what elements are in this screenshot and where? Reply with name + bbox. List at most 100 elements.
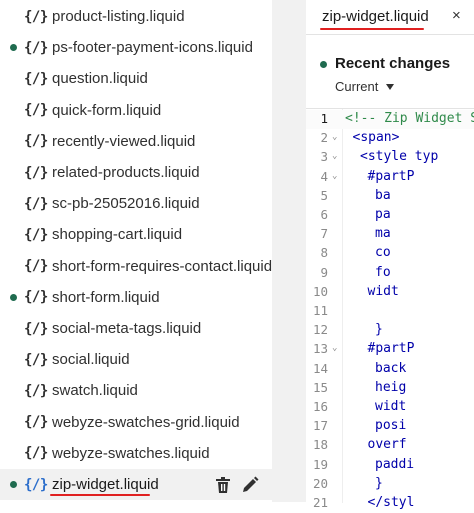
tab-annotation-underline: [320, 28, 424, 30]
line-number: 15: [312, 379, 328, 395]
code-line: 21 </styl: [306, 494, 474, 513]
code-line: 10 widt: [306, 283, 474, 302]
line-number: 4: [320, 168, 328, 184]
code-text: <span>: [352, 130, 400, 146]
liquid-file-icon: {/}: [24, 445, 48, 462]
fold-chevron-icon[interactable]: ⌄: [332, 132, 337, 142]
file-name: question.liquid: [52, 70, 148, 88]
fold-chevron-icon[interactable]: ⌄: [332, 171, 337, 181]
line-number: 1: [320, 111, 328, 126]
tab-label: zip-widget.liquid: [322, 8, 429, 25]
code-line: 5 ba: [306, 187, 474, 206]
line-number: 3: [320, 149, 328, 165]
line-number: 2: [320, 130, 328, 146]
panel-divider[interactable]: [272, 0, 306, 502]
code-text: overf: [367, 437, 407, 453]
code-text: }: [375, 475, 383, 491]
code-text: #partP: [367, 168, 415, 184]
file-name: short-form.liquid: [52, 288, 160, 306]
code-text: heig: [375, 379, 407, 395]
code-line: 2 ⌄ <span>: [306, 129, 474, 148]
version-select[interactable]: Current: [335, 79, 395, 94]
code-line: 9 fo: [306, 264, 474, 283]
file-name: quick-form.liquid: [52, 101, 162, 119]
line-number: 16: [312, 399, 328, 414]
line-number: 19: [312, 456, 328, 472]
liquid-file-icon: {/}: [24, 320, 48, 337]
code-line: 7 ma: [306, 225, 474, 244]
code-line: 20}: [306, 475, 474, 494]
file-item[interactable]: {/} recently-viewed.liquid: [0, 126, 272, 157]
line-number: 11: [312, 303, 328, 318]
file-annotation-underline: [50, 494, 150, 496]
liquid-file-icon: {/}: [24, 382, 48, 399]
code-line: 4 ⌄ #partP: [306, 168, 474, 187]
file-name: social.liquid: [52, 351, 130, 369]
file-item[interactable]: {/} swatch.liquid: [0, 375, 272, 406]
file-item[interactable]: {/} webyze-swatches.liquid: [0, 438, 272, 469]
code-editor[interactable]: 1 <!-- Zip Widget S 2 ⌄ <span> 3 ⌄ <style typ 4 ⌄…: [306, 108, 474, 510]
liquid-file-icon: {/}: [24, 351, 48, 368]
liquid-file-icon: {/}: [24, 39, 48, 56]
code-line: 19 paddi: [306, 456, 474, 475]
modified-dot: [10, 44, 17, 52]
liquid-file-icon: {/}: [24, 414, 48, 431]
file-item[interactable]: {/} short-form.liquid: [0, 282, 272, 313]
line-number: 9: [320, 264, 328, 280]
code-text: }: [375, 322, 383, 338]
file-item[interactable]: {/} shopping-cart.liquid: [0, 219, 272, 250]
file-item[interactable]: {/} product-listing.liquid: [0, 1, 272, 32]
file-name: short-form-requires-contact.liquid: [52, 257, 273, 275]
line-number: 21: [312, 495, 328, 510]
file-name: social-meta-tags.liquid: [52, 320, 202, 337]
trash-icon[interactable]: [212, 474, 234, 496]
line-number: 8: [320, 245, 328, 261]
file-name: webyze-swatches.liquid: [52, 444, 210, 462]
file-name: recently-viewed.liquid: [52, 132, 196, 150]
modified-dot: [10, 481, 17, 488]
file-item[interactable]: {/} social-meta-tags.liquid: [0, 313, 272, 344]
file-item[interactable]: {/} webyze-swatches-grid.liquid: [0, 407, 272, 438]
file-name: webyze-swatches-grid.liquid: [52, 413, 240, 431]
file-item[interactable]: {/} short-form-requires-contact.liquid: [0, 251, 272, 282]
code-line: 8 co: [306, 244, 474, 263]
line-number: 18: [312, 437, 328, 453]
fold-chevron-icon[interactable]: ⌄: [332, 151, 337, 161]
editor-panel: zip-widget.liquid × Recent changes Curre…: [306, 0, 474, 510]
line-number: 7: [320, 226, 328, 242]
fold-chevron-icon[interactable]: ⌄: [332, 343, 337, 353]
pencil-icon[interactable]: [239, 474, 261, 496]
liquid-file-icon: {/}: [24, 102, 48, 119]
code-text: #partP: [367, 341, 415, 357]
line-number: 6: [320, 207, 328, 222]
close-icon[interactable]: ×: [452, 7, 461, 24]
file-name: zip-widget.liquid: [52, 476, 159, 493]
code-line: 6 pa: [306, 206, 474, 225]
code-text: posi: [375, 418, 407, 434]
line-number: 10: [312, 283, 328, 299]
file-item[interactable]: {/} zip-widget.liquid: [0, 469, 272, 500]
code-line: 11: [306, 302, 474, 321]
file-name: related-products.liquid: [52, 164, 200, 181]
liquid-file-icon: {/}: [24, 195, 48, 212]
file-item[interactable]: {/} related-products.liquid: [0, 157, 272, 188]
code-text: back: [375, 360, 407, 376]
code-text: ma: [375, 226, 391, 242]
caret-down-icon: [386, 83, 395, 90]
code-text: </styl: [367, 495, 415, 510]
file-item[interactable]: {/} ps-footer-payment-icons.liquid: [0, 32, 272, 63]
file-item[interactable]: {/} sc-pb-25052016.liquid: [0, 188, 272, 219]
code-line: 17 posi: [306, 417, 474, 436]
code-text: <!-- Zip Widget S: [345, 111, 474, 126]
liquid-file-icon: {/}: [24, 164, 48, 181]
line-number: 20: [312, 475, 328, 491]
version-select-value: Current: [335, 79, 379, 94]
code-text: widt: [367, 283, 399, 299]
file-item[interactable]: {/} quick-form.liquid: [0, 95, 272, 126]
code-line: 1 <!-- Zip Widget S: [306, 110, 474, 129]
line-number: 12: [312, 322, 328, 338]
code-text: pa: [375, 207, 391, 222]
file-item[interactable]: {/} social.liquid: [0, 344, 272, 375]
recent-changes-dot: [320, 61, 327, 68]
file-item[interactable]: {/} question.liquid: [0, 63, 272, 94]
